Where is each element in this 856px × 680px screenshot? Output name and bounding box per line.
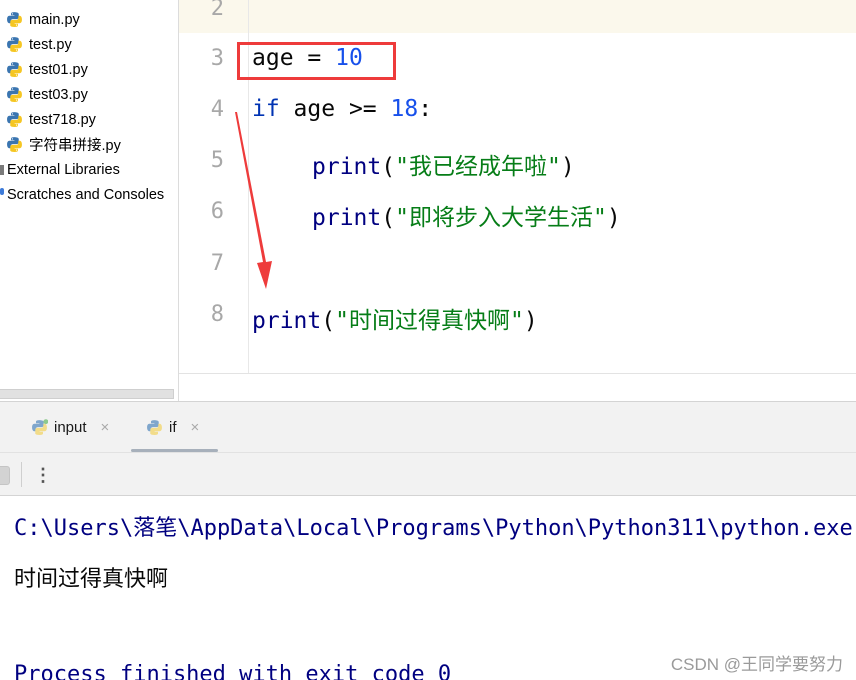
tree-item-scratches[interactable]: Scratches and Consoles [0,182,164,207]
python-file-icon [7,62,22,77]
tree-item-label: test.py [29,36,72,53]
python-file-icon [7,12,22,27]
paren-open: ( [321,308,336,334]
run-tab-input[interactable]: input × [31,402,109,452]
paren-open: ( [381,154,396,180]
current-line-highlight [179,0,856,33]
tree-item-label: External Libraries [7,161,120,178]
paren-open: ( [381,205,396,231]
editor-scroll-area [179,374,856,401]
paren-close: ) [560,154,575,180]
tree-item-main-py[interactable]: main.py [6,7,80,32]
console-command-line: C:\Users\落笔\AppData\Local\Programs\Pytho… [14,516,853,541]
line-number: 2 [210,0,224,21]
tree-item-label: test718.py [29,111,96,128]
project-sidebar: main.py test.py test01.py test03.py test… [0,0,178,401]
annotation-highlight-box [237,42,396,80]
run-tab-label: input [54,418,87,436]
function-name: print [252,308,322,334]
line-number: 7 [210,251,224,276]
tree-item-label: 字符串拼接.py [29,138,121,154]
function-name: print [312,205,382,231]
code-line-8: print("时间过得真快啊") [252,301,538,335]
python-file-icon [7,137,22,152]
run-tab-label: if [169,418,177,436]
number-literal: 18 [390,96,419,122]
console-output-line: 时间过得真快啊 [14,567,169,592]
watermark: CSDN @王同学要努力 [670,655,843,674]
close-icon[interactable]: × [191,419,200,436]
expression: age >= [279,96,391,122]
sidebar-horizontal-scrollbar[interactable] [0,389,174,399]
string-literal: "我已经成年啦" [395,154,561,180]
function-name: print [312,154,382,180]
tree-item-string-concat-py[interactable]: 字符串拼接.py [6,132,121,157]
tree-item-label: Scratches and Consoles [7,186,165,203]
tree-item-label: test01.py [29,61,88,78]
tree-item-test718-py[interactable]: test718.py [6,107,96,132]
line-number: 8 [210,302,224,327]
tree-item-external-libraries[interactable]: External Libraries [0,157,120,182]
python-file-icon [7,112,22,127]
run-toolbar: ⋮ [0,452,856,496]
console-exit-message: Process finished with exit code 0 [14,662,452,680]
line-number: 3 [210,46,224,71]
scratches-icon [0,187,4,195]
python-run-icon [147,419,162,435]
tree-item-label: test03.py [29,86,88,103]
colon: : [418,96,433,122]
tree-item-test-py[interactable]: test.py [6,32,72,57]
keyword: if [252,96,280,122]
code-line-5: print("我已经成年啦") [252,147,575,181]
code-line-6: print("即将步入大学生活") [252,198,621,232]
line-number: 5 [210,148,224,173]
tree-item-label: main.py [29,11,80,28]
python-run-icon [32,418,48,435]
tree-item-test03-py[interactable]: test03.py [6,82,88,107]
paren-close: ) [523,308,538,334]
library-icon [0,164,4,175]
python-file-icon [7,37,22,52]
more-options-icon[interactable]: ⋮ [34,462,52,488]
run-tab-if[interactable]: if × [146,402,199,452]
close-icon[interactable]: × [101,419,110,436]
string-literal: "时间过得真快啊" [335,308,524,334]
toolbar-separator [21,462,22,487]
line-number: 6 [210,199,224,224]
python-file-icon [7,87,22,102]
tree-item-test01-py[interactable]: test01.py [6,57,88,82]
run-tab-bar: input × if × [0,401,856,452]
code-line-4: if age >= 18: [252,96,432,122]
paren-close: ) [606,205,621,231]
stop-button[interactable] [0,466,10,485]
string-literal: "即将步入大学生活" [395,205,607,231]
line-number: 4 [210,97,224,122]
